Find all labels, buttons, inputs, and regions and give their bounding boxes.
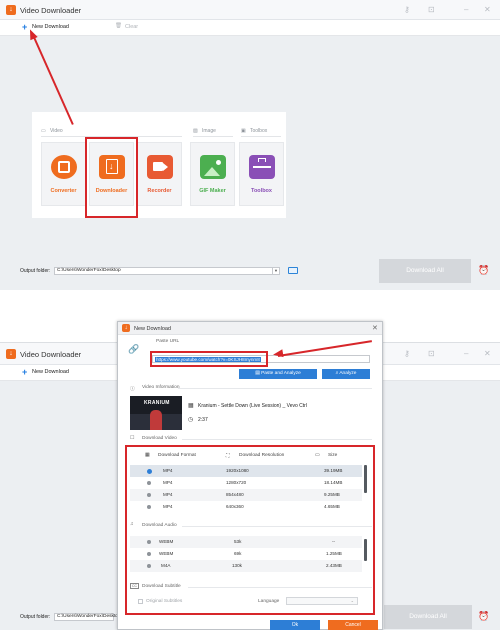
close-icon[interactable]: ✕	[484, 349, 491, 359]
plus-icon: +	[22, 367, 28, 377]
divider	[241, 136, 281, 137]
video-title: Kranium - Settle Down (Live Session) _ V…	[198, 403, 307, 409]
feature-panel: ▭ Video ▨ Image ▣ Toolbox Converter ↓ Do…	[32, 112, 286, 218]
video-thumbnail: KRANIUM	[130, 396, 182, 430]
divider	[193, 136, 233, 137]
download-all-button[interactable]: Download All	[379, 259, 471, 283]
new-download-label: New Download	[32, 369, 69, 375]
film-icon: ▦	[188, 403, 194, 409]
category-video: Video	[50, 128, 63, 134]
recorder-label: Recorder	[147, 188, 172, 194]
minimize-icon[interactable]: –	[464, 5, 468, 15]
window-title: Video Downloader	[20, 350, 82, 359]
paste-analyze-label: Paste and Analyze	[261, 371, 301, 376]
video-checkbox-icon: ☐	[130, 436, 135, 441]
category-toolbox: Toolbox	[250, 128, 268, 134]
arrowhead	[272, 349, 284, 359]
image-icon	[200, 155, 226, 179]
output-folder-select[interactable]: C:\Users\WonderFox\Desktop	[54, 613, 121, 621]
download-video-label: Download Video	[142, 436, 177, 441]
title-bar: ↓ Video Downloader ⚷ ⊡ – ✕	[0, 0, 500, 20]
thumbnail-figure	[150, 410, 162, 430]
paste-url-label: Paste URL	[156, 339, 180, 344]
ok-button[interactable]: Ok	[270, 620, 320, 630]
download-all-button[interactable]: Download All	[384, 605, 472, 629]
window-title: Video Downloader	[20, 6, 82, 15]
download-options-highlight	[125, 445, 375, 615]
dialog-title-bar: ↓ New Download ✕	[118, 322, 382, 335]
analyze-button[interactable]: ⌕ Analyze	[322, 369, 370, 379]
app-logo-icon: ↓	[6, 5, 16, 15]
new-download-label: New Download	[32, 24, 69, 30]
alarm-clock-icon[interactable]: ⏰	[478, 611, 489, 622]
key-icon[interactable]: ⚷	[404, 5, 410, 15]
image-category-icon: ▨	[193, 128, 198, 134]
record-icon	[147, 155, 173, 179]
folder-icon[interactable]	[288, 267, 298, 274]
video-category-icon: ▭	[41, 128, 46, 134]
new-download-dialog: ↓ New Download ✕ 🔗 Paste URL https://www…	[117, 321, 383, 630]
gif-maker-tile[interactable]: GIF Maker	[190, 142, 235, 206]
output-folder-path: C:\Users\WonderFox\Desktop	[57, 614, 121, 619]
app-logo-icon: ↓	[122, 324, 130, 332]
output-folder-label: Output folder:	[20, 268, 51, 274]
film-icon	[51, 155, 77, 179]
app-logo-icon: ↓	[6, 349, 16, 359]
alarm-clock-icon[interactable]: ⏰	[478, 265, 489, 276]
cart-icon[interactable]: ⊡	[428, 5, 435, 15]
info-icon: ⓘ	[130, 387, 135, 392]
clock-icon: ◷	[188, 417, 194, 423]
thumbnail-text: KRANIUM	[144, 400, 170, 406]
chevron-down-icon: ▼	[272, 268, 279, 274]
url-highlight	[150, 351, 268, 367]
main-window: ↓ Video Downloader ⚷ ⊡ – ✕ + New Downloa…	[0, 0, 500, 290]
downloader-highlight	[85, 137, 138, 218]
cart-icon[interactable]: ⊡	[428, 349, 435, 359]
video-info-label: Video Information	[142, 385, 180, 390]
close-icon[interactable]: ✕	[484, 5, 491, 15]
toolbox-icon	[249, 155, 275, 179]
converter-tile[interactable]: Converter	[41, 142, 86, 206]
toolbox-tile[interactable]: Toolbox	[239, 142, 284, 206]
toolbar: + New Download 🗑 Clear	[0, 20, 500, 36]
video-duration: 2:37	[198, 417, 208, 423]
analyze-label: Analyze	[339, 371, 357, 376]
cancel-button[interactable]: Cancel	[328, 620, 378, 630]
recorder-tile[interactable]: Recorder	[137, 142, 182, 206]
toolbox-label: Toolbox	[251, 188, 272, 194]
minimize-icon[interactable]: –	[464, 349, 468, 359]
clear-label: Clear	[125, 24, 139, 30]
trash-icon: 🗑	[115, 23, 122, 29]
category-image: Image	[202, 128, 216, 134]
gif-maker-label: GIF Maker	[199, 188, 226, 194]
output-folder-path: C:\Users\WonderFox\Desktop	[57, 268, 121, 273]
converter-label: Converter	[50, 188, 77, 194]
paste-analyze-button[interactable]: ▤ Paste and Analyze	[239, 369, 317, 379]
link-icon: 🔗	[128, 344, 140, 354]
dialog-close-icon[interactable]: ✕	[372, 324, 378, 332]
key-icon[interactable]: ⚷	[404, 349, 410, 359]
output-folder-select[interactable]: C:\Users\WonderFox\Desktop ▼	[54, 267, 280, 275]
dialog-title: New Download	[134, 326, 171, 332]
output-folder-label: Output folder:	[20, 614, 51, 620]
divider	[178, 388, 372, 389]
divider	[182, 439, 372, 440]
toolbox-category-icon: ▣	[241, 128, 246, 134]
